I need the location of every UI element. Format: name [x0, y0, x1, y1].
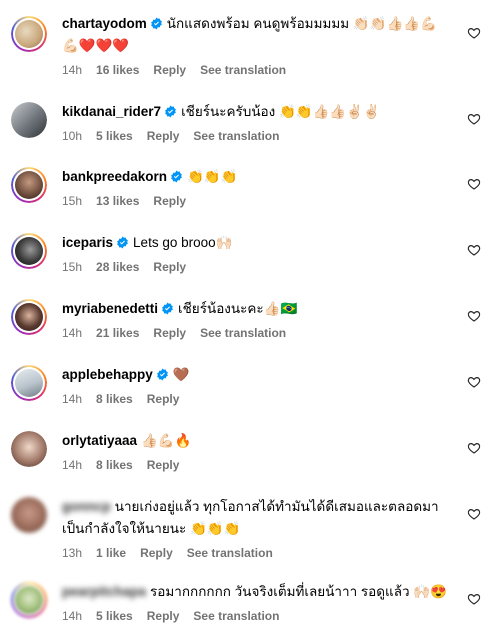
see-translation-button[interactable]: See translation [193, 609, 279, 623]
verified-badge-icon [162, 302, 173, 315]
comment-meta: 14h 8 likes Reply [62, 391, 457, 407]
comment-text-line: iceparis Lets go brooo🙌🏻 [62, 233, 457, 253]
verified-badge-icon [156, 368, 168, 381]
heart-outline-icon[interactable] [467, 243, 481, 257]
comment-text: นักแสดงพร้อม คนดูพร้อมมมมม 👏🏻👏🏻👍🏻👍🏻💪🏻 [166, 16, 437, 31]
avatar[interactable] [11, 102, 47, 138]
avatar[interactable] [11, 16, 47, 52]
avatar[interactable] [11, 582, 47, 618]
timestamp: 15h [62, 194, 83, 208]
avatar[interactable] [11, 365, 47, 401]
reply-button[interactable]: Reply [153, 63, 186, 77]
comment-text: รอมากกกกกก วันจริงเต็มที่เลยน้าาา รอดูแล… [150, 584, 447, 599]
likes-count[interactable]: 8 likes [96, 458, 133, 472]
heart-outline-icon[interactable] [467, 177, 481, 191]
timestamp: 10h [62, 129, 83, 143]
reply-button[interactable]: Reply [147, 392, 180, 406]
see-translation-button[interactable]: See translation [193, 129, 279, 143]
comment-meta: 14h 21 likes Reply See translation [62, 325, 457, 341]
comment-text: นายเก่งอยู่แล้ว ทุกโอกาสได้ทำมันได้ดีเสม… [114, 499, 439, 514]
verified-badge-icon [117, 236, 128, 249]
comment-text-line: orlytatiyaaa 👍🏻💪🏻🔥 [62, 431, 457, 451]
comment-meta: 14h 5 likes Reply See translation [62, 608, 457, 624]
username[interactable]: kikdanai_rider7 [62, 104, 161, 119]
heart-outline-icon[interactable] [467, 441, 481, 455]
see-translation-button[interactable]: See translation [200, 326, 286, 340]
avatar[interactable] [11, 299, 47, 335]
username[interactable]: chartayodom [62, 16, 147, 31]
comment-text-continued: 💪🏻❤️❤️❤️ [62, 38, 130, 53]
comment-text-line: kikdanai_rider7 เชียร์นะครับน้อง 👏👏👍🏻👍🏻✌🏻… [62, 102, 457, 122]
comment-text: เชียร์น้องนะคะ👍🏻🇧🇷 [178, 301, 298, 316]
username[interactable]: pearpitchapa [62, 584, 146, 599]
heart-outline-icon[interactable] [467, 592, 481, 606]
heart-outline-icon[interactable] [467, 309, 481, 323]
avatar[interactable] [11, 233, 47, 269]
comment-text-line: pearpitchapa รอมากกกกกก วันจริงเต็มที่เลย… [62, 582, 457, 602]
reply-button[interactable]: Reply [153, 260, 186, 274]
timestamp: 14h [62, 458, 83, 472]
heart-outline-icon[interactable] [467, 375, 481, 389]
comment-text: 🤎 [172, 367, 190, 382]
comment-meta: 10h 5 likes Reply See translation [62, 128, 457, 144]
username[interactable]: myriabenedetti [62, 301, 158, 316]
comment-meta: 15h 28 likes Reply [62, 259, 457, 275]
likes-count[interactable]: 8 likes [96, 392, 133, 406]
likes-count[interactable]: 21 likes [96, 326, 139, 340]
username[interactable]: iceparis [62, 235, 113, 250]
comment-text: Lets go brooo🙌🏻 [133, 235, 233, 250]
reply-button[interactable]: Reply [140, 546, 173, 560]
comment-text: 👍🏻💪🏻🔥 [141, 433, 192, 448]
reply-button[interactable]: Reply [153, 194, 186, 208]
username[interactable]: bankpreedakorn [62, 169, 167, 184]
comment-meta: 13h 1 like Reply See translation [62, 545, 457, 561]
likes-count[interactable]: 5 likes [96, 129, 133, 143]
heart-outline-icon[interactable] [467, 112, 481, 126]
comment-text: เชียร์นะครับน้อง 👏👏👍🏻👍🏻✌🏻✌🏻 [181, 104, 380, 119]
verified-badge-icon [150, 17, 162, 30]
likes-count[interactable]: 5 likes [96, 609, 133, 623]
avatar[interactable] [11, 167, 47, 203]
comment-text-line: bankpreedakorn 👏👏👏 [62, 167, 457, 187]
timestamp: 14h [62, 63, 83, 77]
reply-button[interactable]: Reply [147, 609, 180, 623]
timestamp: 14h [62, 392, 83, 406]
comment-text-line: myriabenedetti เชียร์น้องนะคะ👍🏻🇧🇷 [62, 299, 457, 319]
likes-count[interactable]: 28 likes [96, 260, 139, 274]
timestamp: 13h [62, 546, 83, 560]
avatar[interactable] [11, 431, 47, 467]
comment-text-line: chartayodom นักแสดงพร้อม คนดูพร้อมมมมม 👏🏻… [62, 14, 457, 34]
reply-button[interactable]: Reply [147, 129, 180, 143]
likes-count[interactable]: 13 likes [96, 194, 139, 208]
timestamp: 14h [62, 609, 83, 623]
see-translation-button[interactable]: See translation [187, 546, 273, 560]
likes-count[interactable]: 16 likes [96, 63, 139, 77]
comment-meta: 15h 13 likes Reply [62, 193, 457, 209]
username[interactable]: gonncp [62, 499, 111, 514]
heart-outline-icon[interactable] [467, 26, 481, 40]
timestamp: 15h [62, 260, 83, 274]
comment-meta: 14h 8 likes Reply [62, 457, 457, 473]
see-translation-button[interactable]: See translation [200, 63, 286, 77]
comment-text-continued: เป็นกำลังใจให้นายนะ 👏👏👏 [62, 521, 241, 536]
comment-text-line: applebehappy 🤎 [62, 365, 457, 385]
timestamp: 14h [62, 326, 83, 340]
reply-button[interactable]: Reply [153, 326, 186, 340]
heart-outline-icon[interactable] [467, 507, 481, 521]
comment-meta: 14h 16 likes Reply See translation [62, 62, 457, 78]
username[interactable]: applebehappy [62, 367, 153, 382]
reply-button[interactable]: Reply [147, 458, 180, 472]
verified-badge-icon [171, 170, 182, 183]
avatar[interactable] [11, 497, 47, 533]
verified-badge-icon [165, 105, 176, 118]
username[interactable]: orlytatiyaaa [62, 433, 137, 448]
comment-text: 👏👏👏 [187, 169, 238, 184]
comment-text-line: gonncp นายเก่งอยู่แล้ว ทุกโอกาสได้ทำมันได… [62, 497, 457, 517]
likes-count[interactable]: 1 like [96, 546, 126, 560]
